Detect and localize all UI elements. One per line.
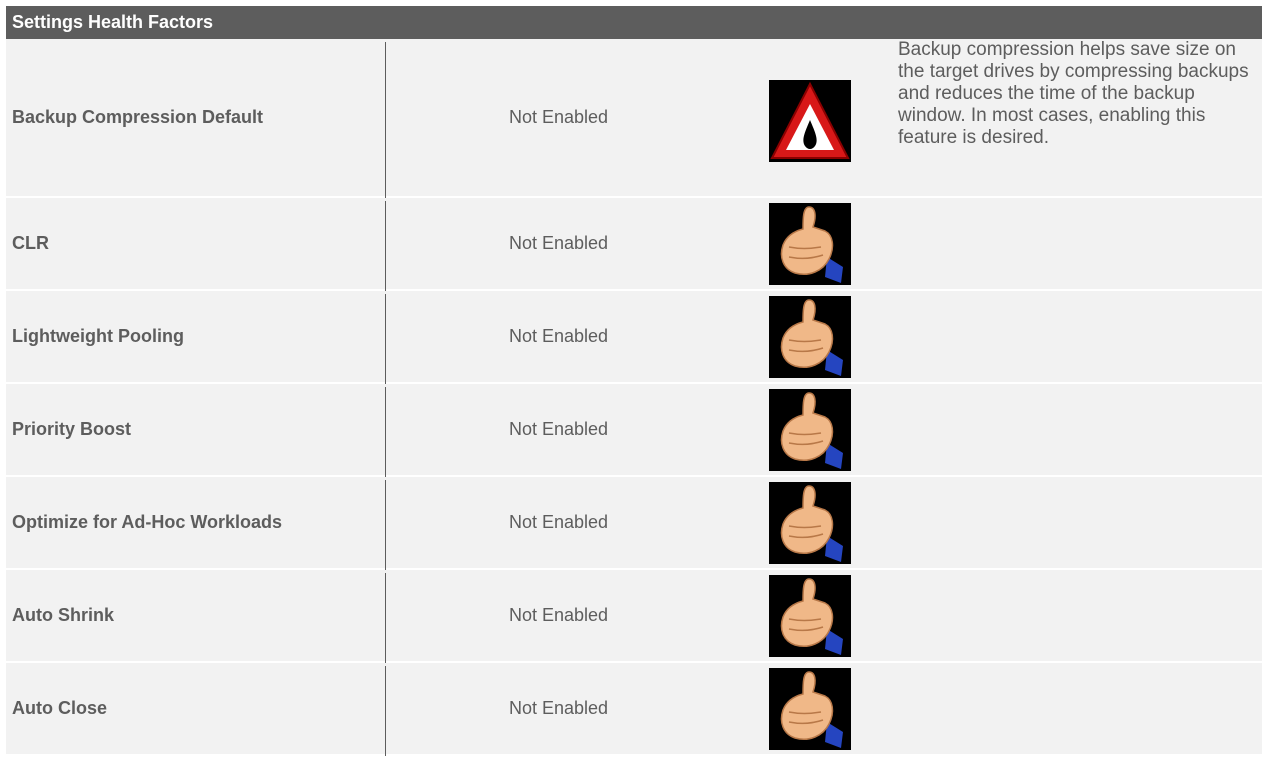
- thumbs-up-icon: [769, 389, 851, 471]
- factor-name: Optimize for Ad-Hoc Workloads: [12, 512, 283, 532]
- thumbs-up-icon: [769, 296, 851, 378]
- factor-value: Not Enabled: [509, 605, 609, 625]
- health-factor-row: Lightweight Pooling Not Enabled: [6, 291, 1262, 384]
- health-factor-row: Priority Boost Not Enabled: [6, 384, 1262, 477]
- column-divider: [385, 480, 386, 570]
- column-divider: [385, 42, 386, 198]
- health-factor-row: Auto Shrink Not Enabled: [6, 570, 1262, 663]
- health-factor-row: Auto Close Not Enabled: [6, 663, 1262, 756]
- thumbs-up-icon: [769, 203, 851, 285]
- factor-name: CLR: [12, 233, 49, 253]
- factor-name: Priority Boost: [12, 419, 132, 439]
- column-divider: [385, 666, 386, 756]
- factor-value: Not Enabled: [509, 419, 609, 439]
- factor-name: Backup Compression Default: [12, 107, 264, 127]
- column-divider: [385, 387, 386, 477]
- factor-name: Auto Shrink: [12, 605, 114, 625]
- factor-name: Auto Close: [12, 698, 108, 718]
- factor-value: Not Enabled: [509, 326, 609, 346]
- factor-value: Not Enabled: [509, 512, 609, 532]
- thumbs-up-icon: [769, 575, 851, 657]
- factor-value: Not Enabled: [509, 107, 609, 127]
- column-divider: [385, 294, 386, 384]
- factor-value: Not Enabled: [509, 233, 609, 253]
- report-header: Settings Health Factors: [6, 6, 1262, 39]
- warning-triangle-icon: [769, 80, 851, 162]
- settings-health-factors-report: Settings Health Factors Backup Compressi…: [6, 6, 1262, 756]
- health-factor-row: Optimize for Ad-Hoc Workloads Not Enable…: [6, 477, 1262, 570]
- column-divider: [385, 201, 386, 291]
- health-factor-row: CLR Not Enabled: [6, 198, 1262, 291]
- factor-description: Backup compression helps save size on th…: [898, 39, 1249, 148]
- thumbs-up-icon: [769, 482, 851, 564]
- thumbs-up-icon: [769, 668, 851, 750]
- factor-value: Not Enabled: [509, 698, 609, 718]
- column-divider: [385, 573, 386, 663]
- factor-name: Lightweight Pooling: [12, 326, 184, 346]
- health-factor-row: Backup Compression Default Not Enabled B…: [6, 39, 1262, 198]
